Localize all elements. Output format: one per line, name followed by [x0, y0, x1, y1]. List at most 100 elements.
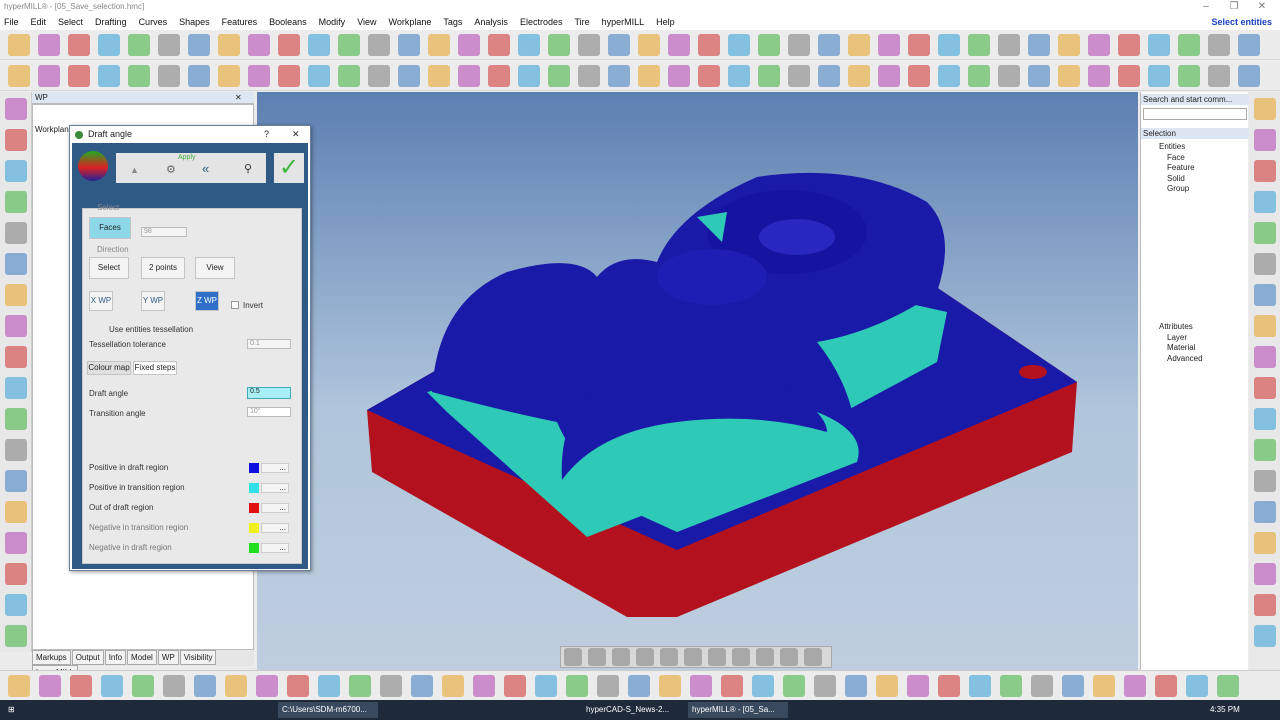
toolbar-icon[interactable]: [848, 34, 870, 56]
view-button[interactable]: View: [195, 257, 235, 279]
toolbar-icon[interactable]: [668, 65, 690, 87]
toolbar-icon[interactable]: [628, 675, 650, 697]
toolbar-icon[interactable]: [1254, 284, 1276, 306]
toolbar-icon[interactable]: [848, 65, 870, 87]
taskbar-powerpoint[interactable]: hyperCAD-S_News-2...: [582, 702, 682, 718]
toolbar-icon[interactable]: [698, 34, 720, 56]
toolbar-icon[interactable]: [608, 34, 630, 56]
toolbar-icon[interactable]: [98, 65, 120, 87]
toolbar-icon[interactable]: [845, 675, 867, 697]
toolbar-icon[interactable]: [473, 675, 495, 697]
toolbar-icon[interactable]: [256, 675, 278, 697]
toolbar-icon[interactable]: [458, 65, 480, 87]
toolbar-icon[interactable]: [814, 675, 836, 697]
toolbar-icon[interactable]: [638, 65, 660, 87]
toolbar-icon[interactable]: [5, 439, 27, 461]
menu-features[interactable]: Features: [222, 17, 258, 27]
toolbar-icon[interactable]: [721, 675, 743, 697]
tree-item[interactable]: Attributes: [1145, 322, 1203, 333]
toolbar-icon[interactable]: [728, 34, 750, 56]
toolbar-icon[interactable]: [566, 675, 588, 697]
toolbar-icon[interactable]: [998, 65, 1020, 87]
tree-item[interactable]: Layer: [1145, 333, 1203, 344]
apply-button[interactable]: Apply: [178, 154, 196, 161]
gear-icon[interactable]: ⚙: [166, 163, 176, 176]
toolbar-icon[interactable]: [287, 675, 309, 697]
toolbar-icon[interactable]: [128, 65, 150, 87]
toolbar-icon[interactable]: [428, 34, 450, 56]
toolbar-icon[interactable]: [1058, 34, 1080, 56]
tab-wp[interactable]: WP: [157, 650, 179, 665]
toolbar-icon[interactable]: [1208, 34, 1230, 56]
toolbar-icon[interactable]: [878, 65, 900, 87]
tab-colour-map[interactable]: Colour map: [87, 361, 131, 375]
toolbar-icon[interactable]: [1254, 501, 1276, 523]
toolbar-icon[interactable]: [5, 408, 27, 430]
view-toolbar-icon[interactable]: [684, 648, 702, 666]
toolbar-icon[interactable]: [368, 65, 390, 87]
toolbar-icon[interactable]: [68, 65, 90, 87]
toolbar-icon[interactable]: [5, 253, 27, 275]
region-color-picker-button[interactable]: ...: [261, 483, 289, 493]
toolbar-icon[interactable]: [998, 34, 1020, 56]
back-icon[interactable]: «: [202, 161, 209, 176]
toolbar-icon[interactable]: [278, 65, 300, 87]
toolbar-icon[interactable]: [1028, 65, 1050, 87]
toolbar-icon[interactable]: [1031, 675, 1053, 697]
toolbar-icon[interactable]: [698, 65, 720, 87]
toolbar-icon[interactable]: [338, 34, 360, 56]
toolbar-icon[interactable]: [380, 675, 402, 697]
region-color-picker-button[interactable]: ...: [261, 503, 289, 513]
toolbar-icon[interactable]: [428, 65, 450, 87]
tree-item[interactable]: Face: [1145, 153, 1195, 164]
menu-drafting[interactable]: Drafting: [95, 17, 127, 27]
x-wp-button[interactable]: X WP: [89, 291, 113, 311]
menu-modify[interactable]: Modify: [319, 17, 346, 27]
ok-check-icon[interactable]: ✓: [274, 153, 304, 183]
menu-edit[interactable]: Edit: [31, 17, 47, 27]
toolbar-icon[interactable]: [1148, 65, 1170, 87]
view-toolbar-icon[interactable]: [636, 648, 654, 666]
toolbar-icon[interactable]: [938, 65, 960, 87]
menu-curves[interactable]: Curves: [139, 17, 168, 27]
menu-tire[interactable]: Tire: [574, 17, 589, 27]
tree-item[interactable]: Advanced: [1145, 354, 1203, 365]
toolbar-icon[interactable]: [548, 65, 570, 87]
toolbar-icon[interactable]: [968, 34, 990, 56]
toolbar-icon[interactable]: [818, 34, 840, 56]
toolbar-icon[interactable]: [1254, 98, 1276, 120]
toolbar-icon[interactable]: [98, 34, 120, 56]
toolbar-icon[interactable]: [1254, 532, 1276, 554]
toolbar-icon[interactable]: [128, 34, 150, 56]
toolbar-icon[interactable]: [938, 675, 960, 697]
toolbar-icon[interactable]: [1254, 594, 1276, 616]
toolbar-icon[interactable]: [5, 315, 27, 337]
menu-booleans[interactable]: Booleans: [269, 17, 307, 27]
view-toolbar-icon[interactable]: [564, 648, 582, 666]
menu-hypermill[interactable]: hyperMILL: [602, 17, 645, 27]
toolbar-icon[interactable]: [518, 65, 540, 87]
toolbar-icon[interactable]: [101, 675, 123, 697]
taskbar-explorer[interactable]: C:\Users\SDM-m6700...: [278, 702, 378, 718]
3d-viewport[interactable]: [257, 92, 1138, 670]
toolbar-icon[interactable]: [1186, 675, 1208, 697]
toolbar-icon[interactable]: [318, 675, 340, 697]
toolbar-icon[interactable]: [758, 34, 780, 56]
pin-icon[interactable]: ⚲: [244, 162, 252, 175]
view-toolbar-icon[interactable]: [588, 648, 606, 666]
start-icon[interactable]: ⊞: [4, 702, 15, 718]
view-toolbar-icon[interactable]: [660, 648, 678, 666]
menu-workplane[interactable]: Workplane: [389, 17, 432, 27]
taskbar-hypermill[interactable]: hyperMILL® - [05_Sa...: [688, 702, 788, 718]
toolbar-icon[interactable]: [907, 675, 929, 697]
toolbar-icon[interactable]: [668, 34, 690, 56]
toolbar-icon[interactable]: [1254, 315, 1276, 337]
toolbar-icon[interactable]: [5, 563, 27, 585]
y-wp-button[interactable]: Y WP: [141, 291, 165, 311]
toolbar-icon[interactable]: [638, 34, 660, 56]
toolbar-icon[interactable]: [442, 675, 464, 697]
toolbar-icon[interactable]: [1118, 65, 1140, 87]
toolbar-icon[interactable]: [1208, 65, 1230, 87]
toolbar-icon[interactable]: [5, 625, 27, 647]
toolbar-icon[interactable]: [5, 470, 27, 492]
